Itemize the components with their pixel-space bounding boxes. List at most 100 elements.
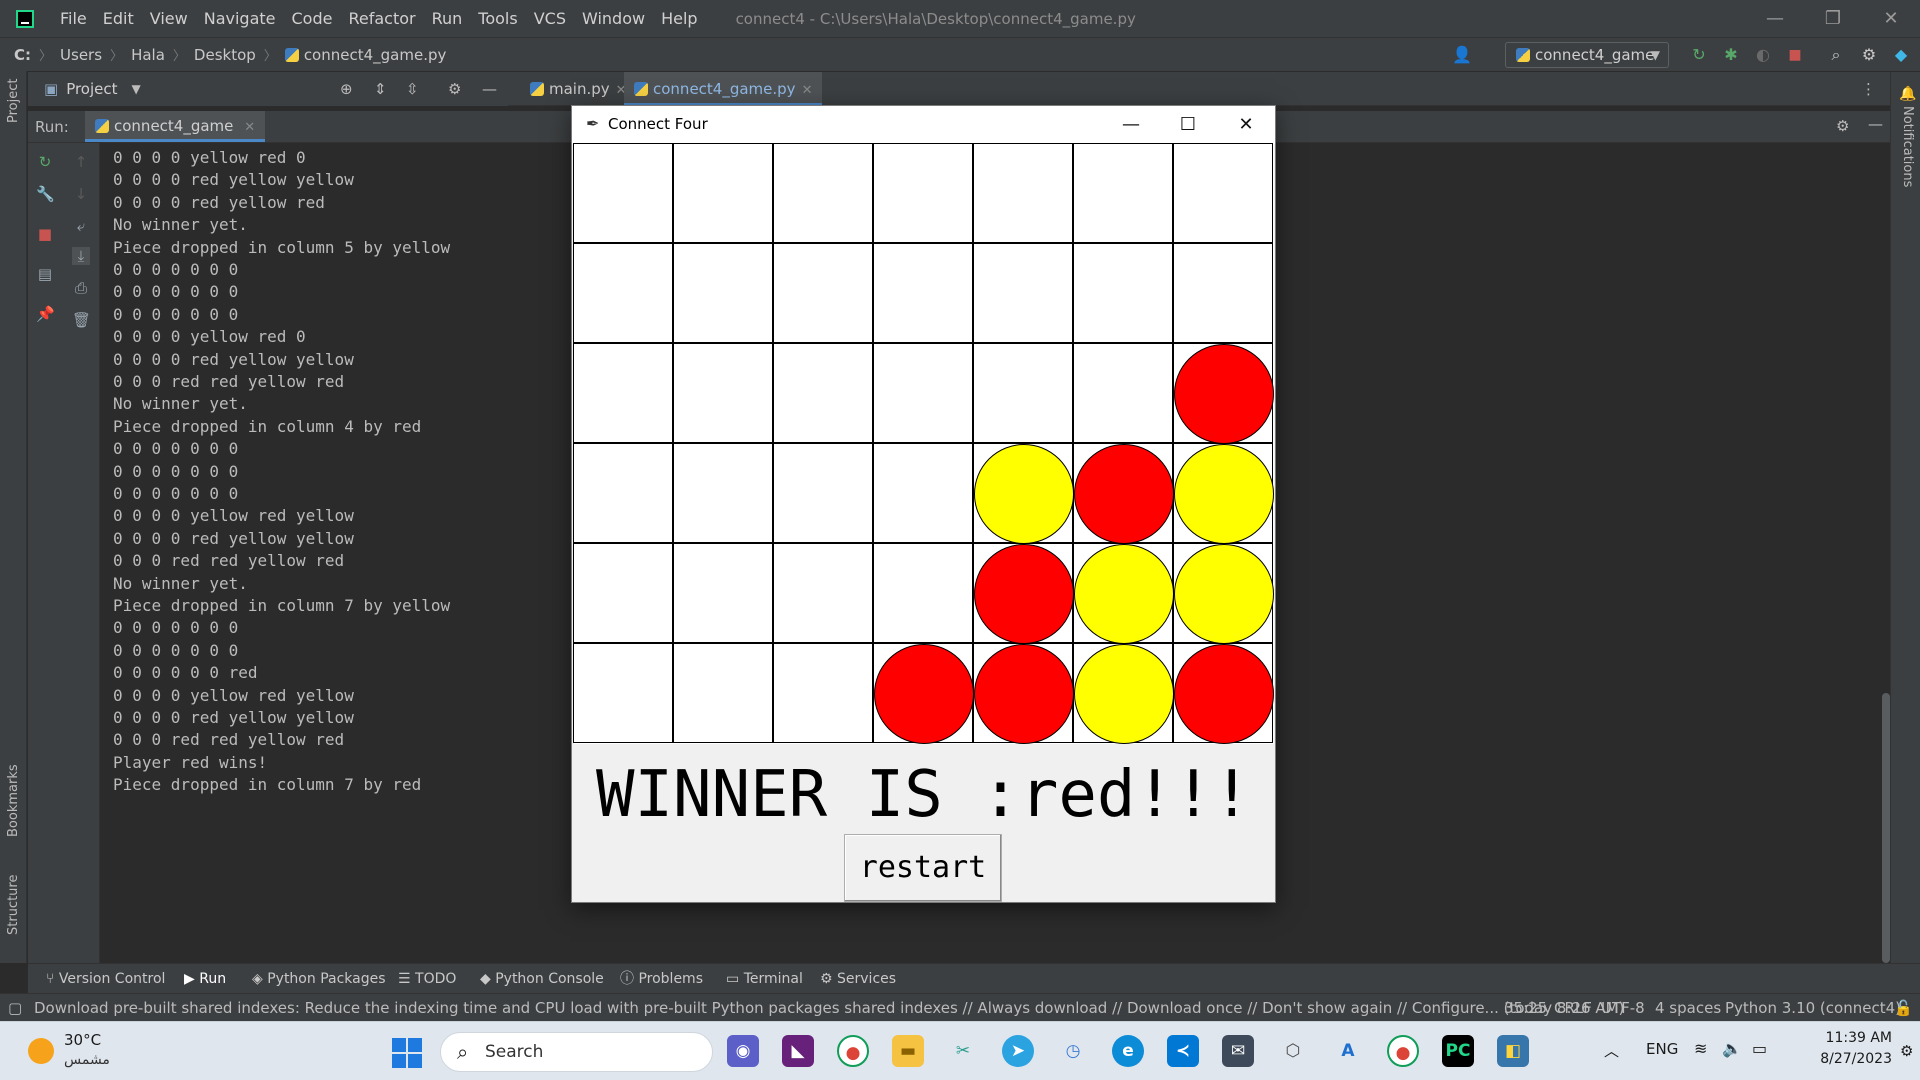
profile-icon[interactable]: ◐	[1754, 46, 1772, 64]
close-icon[interactable]: ✕	[244, 120, 255, 135]
status-layout-icon[interactable]: ▢	[8, 994, 22, 1022]
edge-icon[interactable]: e	[1112, 1035, 1144, 1067]
breadcrumb-desktop[interactable]: Desktop	[194, 46, 256, 64]
clock-icon[interactable]: ◷	[1057, 1035, 1089, 1067]
menu-edit[interactable]: Edit	[95, 0, 142, 37]
minimize-button[interactable]: —	[1746, 0, 1804, 37]
board-cell[interactable]	[873, 443, 973, 543]
pycharm-logo-icon[interactable]	[16, 9, 34, 28]
bookmarks-tool-button[interactable]: Bookmarks	[6, 764, 21, 837]
problems-tool[interactable]: ⓘ Problems	[614, 964, 709, 994]
telegram-icon[interactable]: ➤	[1002, 1035, 1034, 1067]
board-cell[interactable]	[673, 243, 773, 343]
notification-bell-icon[interactable]: ⚙	[1900, 1042, 1913, 1060]
board-cell[interactable]	[773, 443, 873, 543]
game-close-button[interactable]: ✕	[1217, 106, 1275, 144]
weather-description[interactable]: مشمس	[64, 1052, 110, 1068]
rerun-icon[interactable]: ↻	[36, 153, 54, 171]
board-cell[interactable]	[973, 143, 1073, 243]
menu-tools[interactable]: Tools	[470, 0, 525, 37]
menu-window[interactable]: Window	[574, 0, 653, 37]
translate-app-icon[interactable]: A	[1332, 1035, 1364, 1067]
board-cell[interactable]	[1073, 143, 1173, 243]
board-cell[interactable]	[1173, 143, 1273, 243]
version-control-tool[interactable]: ⑂ Version Control	[40, 964, 171, 994]
layout-icon[interactable]: ▤	[36, 265, 54, 283]
hide-icon[interactable]: —	[1868, 115, 1883, 133]
board-cell[interactable]	[1073, 343, 1173, 443]
expand-all-icon[interactable]: ⇕	[374, 80, 387, 98]
gear-icon[interactable]: ⚙	[1860, 46, 1878, 64]
board-cell[interactable]	[873, 343, 973, 443]
more-icon[interactable]: ⋮	[1861, 80, 1876, 98]
chrome-icon[interactable]: ●	[837, 1035, 869, 1067]
board-cell[interactable]	[873, 543, 973, 643]
python-interpreter[interactable]: Python 3.10 (connect4)	[1725, 994, 1901, 1022]
game-maximize-button[interactable]: ☐	[1159, 106, 1217, 144]
board-cell[interactable]	[873, 143, 973, 243]
clock-date[interactable]: 8/27/2023	[1800, 1051, 1892, 1067]
python-taskbar-icon[interactable]: ◧	[1497, 1035, 1529, 1067]
hide-icon[interactable]: —	[482, 80, 497, 98]
board-cell[interactable]	[673, 143, 773, 243]
board-cell[interactable]	[773, 643, 873, 743]
board-cell[interactable]	[873, 243, 973, 343]
menu-view[interactable]: View	[142, 0, 196, 37]
close-button[interactable]: ✕	[1862, 0, 1920, 37]
weather-sun-icon[interactable]	[28, 1038, 54, 1064]
input-language[interactable]: ENG	[1646, 1040, 1678, 1058]
board-cell[interactable]	[1073, 243, 1173, 343]
board-cell[interactable]	[673, 543, 773, 643]
scroll-to-end-icon[interactable]: ⤓	[72, 247, 90, 265]
volume-icon[interactable]: 🔈	[1722, 1039, 1742, 1058]
tab-connect4-game-py[interactable]: connect4_game.py ✕	[624, 72, 823, 106]
chrome-profile-icon[interactable]: ●	[1387, 1035, 1419, 1067]
menu-run[interactable]: Run	[424, 0, 471, 37]
board-cell[interactable]	[673, 643, 773, 743]
python-packages-tool[interactable]: ◈ Python Packages	[246, 964, 392, 994]
gear-icon[interactable]: ⚙	[1836, 117, 1849, 135]
board-cell[interactable]	[573, 643, 673, 743]
weather-temperature[interactable]: 30°C	[64, 1031, 101, 1049]
arrow-down-icon[interactable]: ↓	[72, 185, 90, 203]
board-cell[interactable]	[573, 443, 673, 543]
services-tool[interactable]: ⚙ Services	[814, 964, 902, 994]
board-cell[interactable]	[573, 543, 673, 643]
battery-icon[interactable]: ▭	[1752, 1039, 1767, 1058]
lock-icon[interactable]: 🔓	[1894, 994, 1913, 1022]
run-tab-connect4-game[interactable]: connect4_game ✕	[85, 111, 266, 142]
python-console-tool[interactable]: ◆ Python Console	[474, 964, 610, 994]
trash-icon[interactable]: 🗑	[72, 311, 91, 329]
board-cell[interactable]	[973, 343, 1073, 443]
board-cell[interactable]	[773, 243, 873, 343]
tab-main-py[interactable]: main.py ✕	[520, 72, 637, 106]
board-cell[interactable]	[1173, 243, 1273, 343]
board-cell[interactable]	[673, 343, 773, 443]
project-tool-button[interactable]: Project	[6, 79, 21, 123]
chevron-down-icon[interactable]: ▼	[132, 82, 141, 96]
print-icon[interactable]: ⎙	[72, 279, 90, 297]
soft-wrap-icon[interactable]: ⤶	[72, 217, 90, 235]
pin-icon[interactable]: 📌	[36, 305, 55, 323]
status-message[interactable]: Download pre-built shared indexes: Reduc…	[34, 994, 1624, 1022]
board-cell[interactable]	[773, 143, 873, 243]
mail-icon[interactable]: ✉	[1222, 1035, 1254, 1067]
snipping-tool-icon[interactable]: ✂	[947, 1035, 979, 1067]
gear-icon[interactable]: ⚙	[448, 80, 461, 98]
pycharm-taskbar-icon[interactable]: PC	[1442, 1035, 1474, 1067]
run-tool[interactable]: ▶ Run	[178, 964, 232, 994]
hexagon-app-icon[interactable]: ⬡	[1277, 1035, 1309, 1067]
debug-icon[interactable]: ✱	[1722, 46, 1740, 64]
project-label[interactable]: Project	[66, 80, 117, 98]
board-cell[interactable]	[673, 443, 773, 543]
board-cell[interactable]	[973, 243, 1073, 343]
stop-icon[interactable]: ■	[1786, 46, 1804, 64]
run-configuration-select[interactable]: connect4_game ▼	[1505, 42, 1669, 68]
wifi-icon[interactable]: ≋	[1694, 1039, 1707, 1058]
locate-icon[interactable]: ⊕	[340, 80, 353, 98]
start-button[interactable]	[392, 1038, 422, 1068]
breadcrumb-users[interactable]: Users	[60, 46, 102, 64]
visual-studio-icon[interactable]: ◣	[782, 1035, 814, 1067]
file-explorer-icon[interactable]: ▬	[892, 1035, 924, 1067]
vscode-icon[interactable]: ≺	[1167, 1035, 1199, 1067]
